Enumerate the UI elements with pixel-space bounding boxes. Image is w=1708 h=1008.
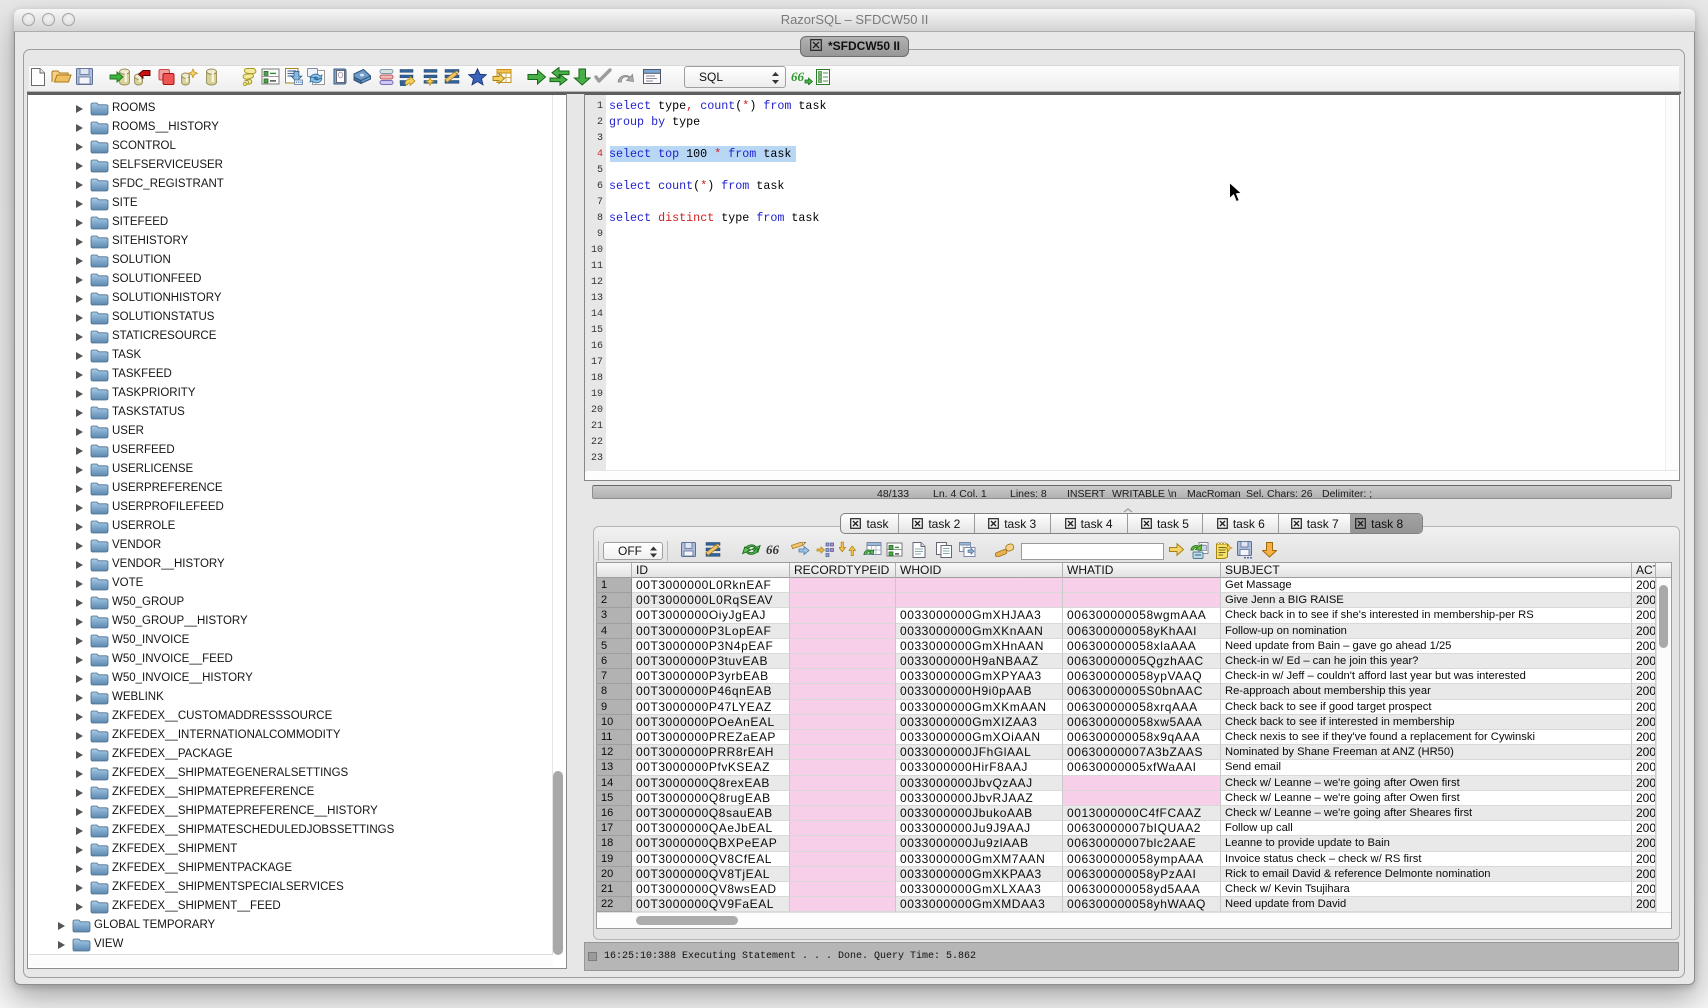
svg-text:66: 66 [791, 69, 805, 84]
svg-text:66: 66 [766, 542, 780, 557]
